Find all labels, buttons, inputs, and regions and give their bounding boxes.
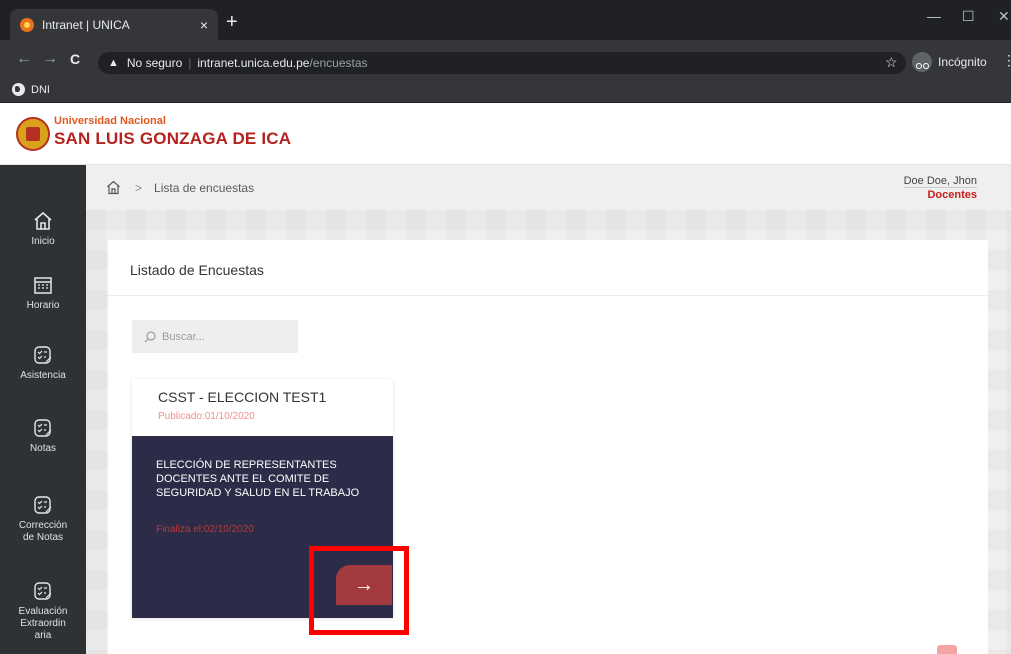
incognito-label: Incógnito — [938, 55, 987, 69]
bookmark-star-icon[interactable]: ☆ — [885, 54, 898, 71]
logo-subtitle: Universidad Nacional — [54, 115, 166, 127]
checklist-icon — [34, 496, 52, 514]
sidebar-item-label: Corrección de Notas — [18, 520, 68, 543]
url-domain: intranet.unica.edu.pe — [197, 56, 310, 70]
search-placeholder: Buscar... — [162, 330, 205, 343]
incognito-icon — [912, 52, 932, 72]
tab-title: Intranet | UNICA — [42, 17, 130, 32]
search-icon — [144, 330, 156, 342]
sidebar-item-evaluacion-extraordinaria[interactable]: Evaluación Extraordin aria — [0, 581, 86, 642]
breadcrumb-separator: > — [135, 180, 143, 195]
survey-published-date: Publicado:01/10/2020 — [158, 411, 255, 422]
university-logo-icon[interactable] — [16, 117, 50, 151]
sidebar-item-horario[interactable]: Horario — [0, 275, 86, 312]
sidebar-item-label: Notas — [29, 443, 57, 454]
search-input[interactable]: Buscar... — [132, 320, 298, 353]
sidebar-item-asistencia[interactable]: Asistencia — [0, 345, 86, 382]
close-window-button[interactable]: ✕ — [998, 8, 1010, 25]
incognito-indicator[interactable]: Incógnito — [912, 50, 987, 74]
highlight-box — [309, 546, 409, 635]
sidebar-item-label: Evaluación Extraordin aria — [18, 606, 68, 641]
sidebar-item-label: Horario — [26, 300, 60, 311]
survey-title: CSST - ELECCION TEST1 — [158, 389, 327, 405]
checklist-icon — [34, 346, 52, 364]
logo-title[interactable]: SAN LUIS GONZAGA DE ICA — [54, 129, 291, 149]
home-icon — [34, 211, 52, 230]
minimize-button[interactable]: — — [927, 8, 941, 24]
maximize-button[interactable]: ☐ — [962, 8, 975, 25]
forward-button[interactable]: → — [42, 50, 58, 68]
security-status: No seguro — [126, 56, 183, 70]
survey-description: ELECCIÓN DE REPRESENTANTES DOCENTES ANTE… — [156, 459, 360, 499]
breadcrumb-current: Lista de encuestas — [154, 180, 255, 195]
bookmark-dni[interactable]: DNI — [12, 83, 50, 96]
sidebar-item-label: Inicio — [31, 236, 55, 247]
sidebar-item-notas[interactable]: Notas — [0, 418, 86, 455]
bookmarks-bar: DNI — [0, 80, 1011, 103]
address-bar[interactable]: ▲ No seguro | intranet.unica.edu.pe /enc… — [98, 52, 906, 74]
sidebar-item-correccion-notas[interactable]: Corrección de Notas — [0, 495, 86, 544]
user-role: Docentes — [903, 187, 977, 201]
reload-button[interactable]: C — [70, 51, 80, 67]
bookmark-label: DNI — [31, 83, 50, 96]
user-info[interactable]: Doe Doe, Jhon Docentes — [903, 175, 977, 201]
sidebar: Inicio Horario Asistencia Notas Correcci… — [0, 165, 86, 654]
user-name: Doe Doe, Jhon — [903, 175, 977, 187]
sidebar-item-inicio[interactable]: Inicio — [0, 211, 86, 248]
home-icon[interactable] — [106, 180, 121, 195]
browser-tab[interactable]: Intranet | UNICA × — [10, 9, 218, 40]
browser-menu-icon[interactable]: ⋮ — [1002, 52, 1011, 69]
url-path: /encuestas — [309, 56, 368, 70]
url-separator: | — [188, 56, 192, 70]
back-button[interactable]: ← — [16, 50, 32, 68]
calendar-icon — [34, 277, 52, 294]
panel-title: Listado de Encuestas — [130, 262, 264, 278]
site-favicon-icon — [20, 17, 34, 32]
breadcrumb: > Lista de encuestas — [106, 180, 254, 195]
surveys-panel: Listado de Encuestas Buscar... CSST - EL… — [108, 240, 988, 654]
tab-close-icon[interactable]: × — [200, 17, 208, 33]
warning-icon: ▲ — [108, 57, 119, 69]
checklist-icon — [34, 582, 52, 600]
new-tab-button[interactable]: + — [226, 12, 238, 32]
browser-tab-bar: Intranet | UNICA × + — ☐ ✕ — [0, 0, 1011, 40]
globe-icon — [12, 83, 25, 96]
floating-tab[interactable] — [937, 645, 957, 654]
checklist-icon — [34, 419, 52, 437]
survey-end-date: Finaliza el:02/10/2020 — [156, 524, 254, 535]
panel-divider — [108, 295, 988, 296]
sidebar-item-label: Asistencia — [20, 370, 66, 381]
